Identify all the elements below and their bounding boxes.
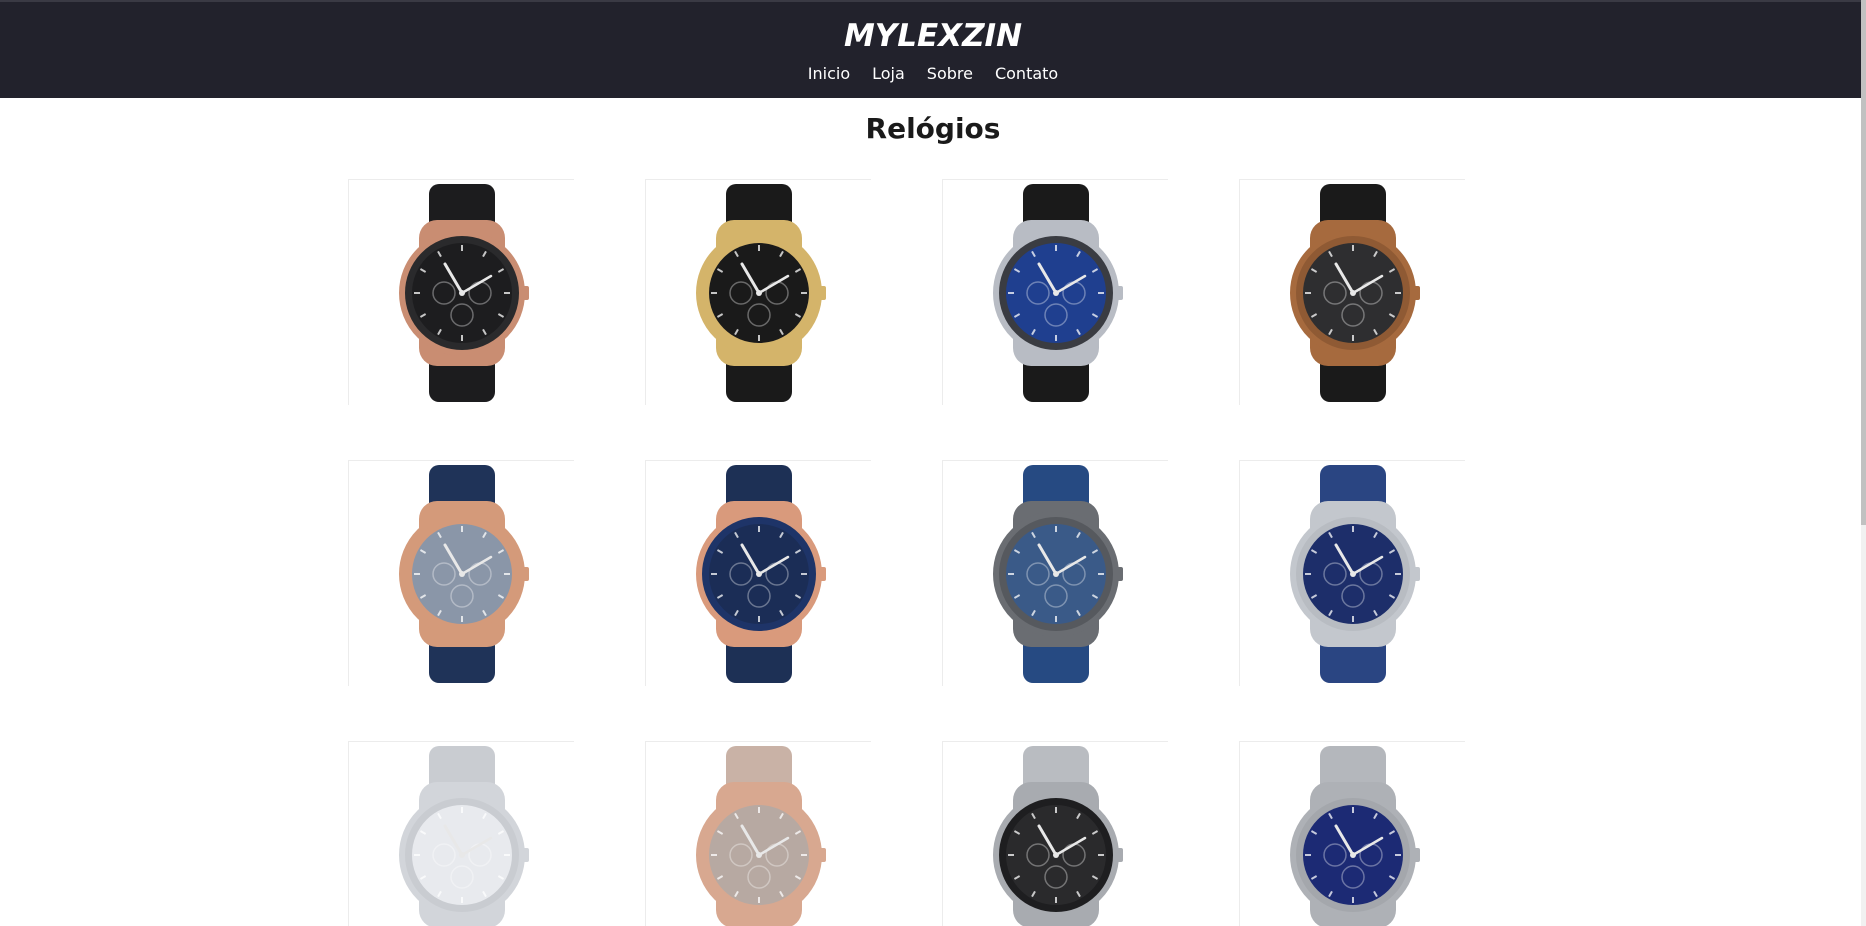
watch-image bbox=[399, 465, 529, 683]
watch-image bbox=[993, 184, 1123, 402]
product-card[interactable] bbox=[645, 179, 871, 405]
site-logo[interactable]: MYLEXZIN bbox=[0, 18, 1866, 54]
site-header: MYLEXZIN Inicio Loja Sobre Contato bbox=[0, 0, 1866, 98]
watch-image bbox=[1290, 184, 1420, 402]
main-nav: Inicio Loja Sobre Contato bbox=[0, 64, 1866, 83]
watch-image bbox=[399, 184, 529, 402]
nav-link-loja[interactable]: Loja bbox=[872, 64, 905, 83]
nav-link-contato[interactable]: Contato bbox=[995, 64, 1058, 83]
watch-image bbox=[993, 465, 1123, 683]
nav-link-inicio[interactable]: Inicio bbox=[808, 64, 850, 83]
product-card[interactable] bbox=[348, 179, 574, 405]
nav-link-sobre[interactable]: Sobre bbox=[927, 64, 973, 83]
product-card[interactable] bbox=[348, 741, 574, 926]
watch-image bbox=[993, 746, 1123, 926]
product-card[interactable] bbox=[1239, 179, 1465, 405]
product-card[interactable] bbox=[645, 741, 871, 926]
product-card[interactable] bbox=[942, 179, 1168, 405]
watch-image bbox=[399, 746, 529, 926]
watch-image bbox=[696, 746, 826, 926]
watch-image bbox=[1290, 465, 1420, 683]
scrollbar-thumb[interactable] bbox=[1861, 0, 1866, 525]
page-title: Relógios bbox=[865, 112, 1001, 145]
product-card[interactable] bbox=[1239, 741, 1465, 926]
product-card[interactable] bbox=[645, 460, 871, 686]
watch-image bbox=[1290, 746, 1420, 926]
product-card[interactable] bbox=[1239, 460, 1465, 686]
product-card[interactable] bbox=[942, 460, 1168, 686]
product-card[interactable] bbox=[348, 460, 574, 686]
product-card[interactable] bbox=[942, 741, 1168, 926]
watch-image bbox=[696, 184, 826, 402]
watch-image bbox=[696, 465, 826, 683]
